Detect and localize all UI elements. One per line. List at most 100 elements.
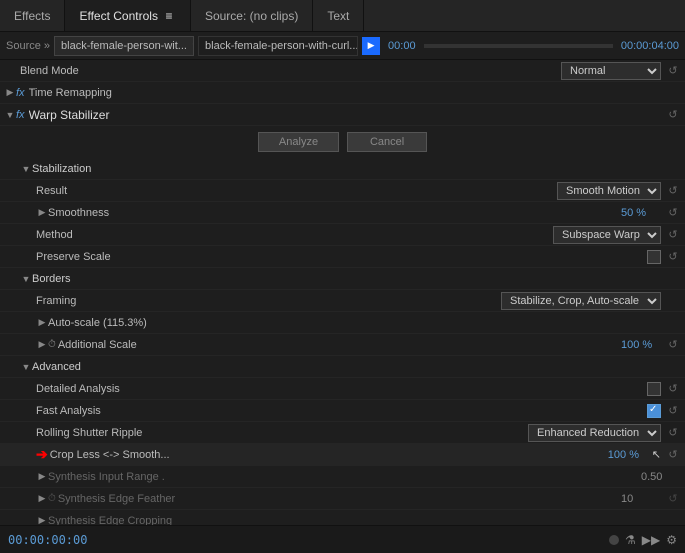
crop-less-reset[interactable]: ↺ [665,447,681,463]
fast-analysis-row: Fast Analysis ↺ [0,400,685,422]
detailed-analysis-label: Detailed Analysis [36,383,647,395]
framing-row: Framing Stabilize, Crop, Auto-scale [0,290,685,312]
go-to-timecode-btn[interactable]: ▶ [362,37,380,55]
auto-scale-row: Auto-scale (115.3%) [0,312,685,334]
warp-stabilizer-reset[interactable]: ↺ [665,107,681,123]
filter-icon[interactable]: ⚗ [625,533,636,547]
rolling-shutter-reset[interactable]: ↺ [665,425,681,441]
source-bar: Source » black-female-person-wit... ▼ bl… [0,32,685,60]
fast-analysis-reset[interactable]: ↺ [665,403,681,419]
tab-menu-icon[interactable]: ≡ [162,9,176,23]
synthesis-edge-feather-reset[interactable]: ↺ [665,491,681,507]
borders-label: Borders [32,273,681,285]
auto-scale-collapse[interactable] [36,317,48,329]
preserve-scale-reset[interactable]: ↺ [665,249,681,265]
preserve-scale-label: Preserve Scale [36,251,647,263]
render-icon[interactable]: ▶▶ [642,533,660,547]
crop-less-label: Crop Less <-> Smooth... [50,449,608,461]
timeline-track [424,44,613,48]
synthesis-input-range-collapse[interactable] [36,471,48,483]
result-reset[interactable]: ↺ [665,183,681,199]
clip-name-dropdown[interactable]: black-female-person-with-curl... ▼ [198,36,358,56]
smoothness-value[interactable]: 50 % [621,207,661,219]
synthesis-input-range-row: Synthesis Input Range . 0.50 [0,466,685,488]
analyze-button[interactable]: Analyze [258,132,339,152]
source-clip-name: black-female-person-wit... [61,40,187,52]
bottom-bar: 00:00:00:00 ⚗ ▶▶ ⚙ [0,525,685,553]
cancel-button[interactable]: Cancel [347,132,427,152]
source-prefix-label: Source » [6,40,50,52]
result-row: Result Smooth Motion ↺ [0,180,685,202]
tab-source-label: Source: (no clips) [205,9,298,23]
additional-scale-reset[interactable]: ↺ [665,337,681,353]
additional-scale-row: ⏱ Additional Scale 100 % ↺ [0,334,685,356]
detailed-analysis-checkbox[interactable] [647,382,661,396]
preserve-scale-checkbox[interactable] [647,250,661,264]
result-label: Result [36,185,557,197]
rolling-shutter-label: Rolling Shutter Ripple [36,427,528,439]
advanced-section: Advanced [0,356,685,378]
fast-analysis-label: Fast Analysis [36,405,647,417]
synthesis-edge-feather-stopwatch: ⏱ [48,493,56,504]
synthesis-edge-feather-label: Synthesis Edge Feather [58,493,621,505]
crop-less-value[interactable]: 100 % [608,449,648,461]
warp-stabilizer-collapse[interactable] [4,109,16,121]
synthesis-edge-cropping-collapse[interactable] [36,515,48,526]
blend-mode-reset[interactable]: ↺ [665,63,681,79]
tab-effects-label: Effects [14,9,50,23]
start-timecode: 00:00 [388,40,416,52]
synthesis-edge-cropping-row: Synthesis Edge Cropping [0,510,685,525]
smoothness-label: Smoothness [48,207,621,219]
tab-text-label: Text [327,9,349,23]
advanced-label: Advanced [32,361,681,373]
additional-scale-stopwatch: ⏱ [48,339,56,350]
framing-select[interactable]: Stabilize, Crop, Auto-scale [501,292,661,310]
warp-stabilizer-row: fx Warp Stabilizer ↺ [0,104,685,126]
additional-scale-value[interactable]: 100 % [621,339,661,351]
tab-effect-controls[interactable]: Effect Controls ≡ [65,0,190,31]
method-select[interactable]: Subspace Warp [553,226,661,244]
rolling-shutter-select[interactable]: Enhanced Reduction [528,424,661,442]
detailed-analysis-reset[interactable]: ↺ [665,381,681,397]
smoothness-collapse[interactable] [36,207,48,219]
advanced-collapse[interactable] [20,361,32,373]
time-remapping-fx-icon: fx [16,87,25,99]
tab-bar: Effects Effect Controls ≡ Source: (no cl… [0,0,685,32]
source-clip-dropdown[interactable]: black-female-person-wit... ▼ [54,36,194,56]
warp-stabilizer-actions: Analyze Cancel [0,126,685,158]
smoothness-reset[interactable]: ↺ [665,205,681,221]
red-arrow-indicator: ➔ [36,446,48,463]
fast-analysis-checkbox[interactable] [647,404,661,418]
method-label: Method [36,229,553,241]
framing-reset[interactable] [665,293,681,309]
blend-mode-label: Blend Mode [20,65,561,77]
synthesis-input-range-label: Synthesis Input Range . [48,471,641,483]
borders-collapse[interactable] [20,273,32,285]
bottom-right-controls: ⚗ ▶▶ ⚙ [609,533,677,547]
borders-section: Borders [0,268,685,290]
source-dropdown-arrow: ▼ [191,41,194,51]
additional-scale-collapse[interactable] [36,339,48,351]
tab-source[interactable]: Source: (no clips) [191,0,313,31]
result-select[interactable]: Smooth Motion [557,182,661,200]
synthesis-edge-feather-collapse[interactable] [36,493,48,505]
bottom-timecode: 00:00:00:00 [8,533,87,547]
time-remapping-row: fx Time Remapping [0,82,685,104]
method-reset[interactable]: ↺ [665,227,681,243]
synthesis-edge-cropping-label: Synthesis Edge Cropping [48,515,681,526]
synthesis-edge-feather-row: ⏱ Synthesis Edge Feather 10 ↺ [0,488,685,510]
effect-controls-panel: Blend Mode Normal ↺ fx Time Remapping fx… [0,60,685,525]
timeline-dot [609,535,619,545]
tab-text[interactable]: Text [313,0,364,31]
settings-icon[interactable]: ⚙ [666,533,677,547]
blend-mode-row: Blend Mode Normal ↺ [0,60,685,82]
stabilization-collapse[interactable] [20,163,32,175]
detailed-analysis-row: Detailed Analysis ↺ [0,378,685,400]
blend-mode-select[interactable]: Normal [561,62,661,80]
tab-effects[interactable]: Effects [0,0,65,31]
preserve-scale-row: Preserve Scale ↺ [0,246,685,268]
auto-scale-label: Auto-scale (115.3%) [48,317,681,329]
smoothness-row: Smoothness 50 % ↺ [0,202,685,224]
time-remapping-collapse[interactable] [4,87,16,99]
time-remapping-label: Time Remapping [29,87,681,99]
